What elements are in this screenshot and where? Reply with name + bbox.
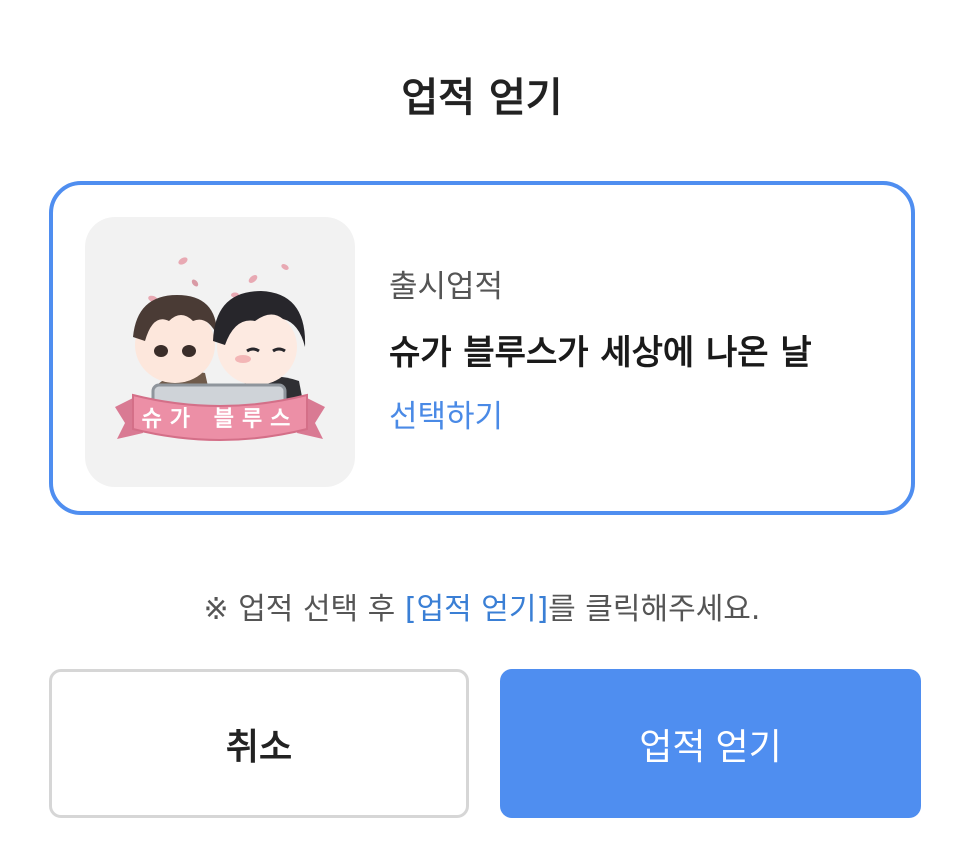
achievement-category: 출시업적 xyxy=(389,269,504,305)
achievement-title: 슈가 블루스가 세상에 나온 날 xyxy=(389,333,812,373)
instruction-notice: ※ 업적 선택 후 [업적 얻기]를 클릭해주세요. xyxy=(0,588,964,632)
notice-suffix: 를 클릭해주세요. xyxy=(548,592,761,627)
achievement-thumbnail: 슈가 블루스 xyxy=(85,217,355,487)
chibi-characters-illustration xyxy=(115,257,325,441)
ribbon-title-text: 슈가 블루스 xyxy=(141,407,299,432)
dialog-title: 업적 얻기 xyxy=(401,75,563,121)
notice-prefix: ※ 업적 선택 후 xyxy=(203,592,405,627)
notice-highlight: [업적 얻기] xyxy=(404,592,549,627)
achievement-card[interactable]: 슈가 블루스 출시업적 슈가 블루스가 세상에 나온 날 선택하기 xyxy=(49,181,915,515)
cancel-button[interactable]: 취소 xyxy=(49,669,469,818)
select-link[interactable]: 선택하기 xyxy=(389,397,503,437)
get-achievement-button[interactable]: 업적 얻기 xyxy=(500,669,921,818)
